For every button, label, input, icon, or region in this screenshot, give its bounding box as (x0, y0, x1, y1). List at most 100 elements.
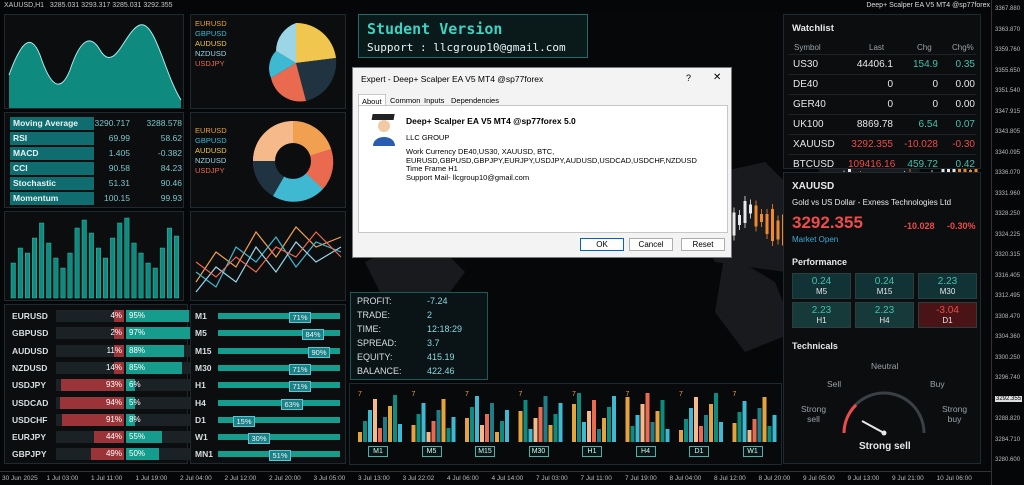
help-icon[interactable]: ? (686, 73, 691, 83)
legend-item: NZDUSD (195, 156, 227, 165)
mini-tf-label: M15 (475, 446, 495, 457)
indicator-panel: Moving Average 3290.717 3288.578 RSI 69.99 58… (4, 112, 184, 208)
time-tick: 10 Jul 06:00 (936, 475, 972, 482)
timeframe-name: H4 (195, 397, 206, 408)
strength-symbol: GBPUSD (12, 328, 49, 339)
support-email: Support : llcgroup10@gmail.com (367, 41, 566, 54)
performance-box: -3.04 D1 (918, 302, 977, 328)
cancel-button[interactable]: Cancel (629, 238, 673, 251)
price-tick: 3331.960 (995, 190, 1021, 197)
bar (39, 222, 45, 299)
reset-button[interactable]: Reset (681, 238, 725, 251)
watchlist-row[interactable]: US30 44406.1 154.9 0.35 (788, 54, 976, 74)
price-tick: 3308.470 (995, 313, 1021, 320)
watchlist-symbol: US30 (793, 59, 819, 70)
mini-histograms: 7 7 7 7 7 7 7 7 (358, 391, 777, 442)
bar (124, 217, 130, 299)
buy-pct: 95% (129, 311, 146, 320)
performance-timeframe: H4 (879, 316, 890, 325)
watchlist-row[interactable]: DE40 0 0 0.00 (788, 74, 976, 94)
watchlist-chg-pct: 0.35 (955, 59, 975, 70)
mini-bar (665, 429, 670, 442)
watchlist-chg: -10.028 (904, 139, 938, 150)
strength-symbol: USDJPY (12, 380, 47, 391)
stat-label: TIME: (357, 324, 381, 334)
buy-bar: 55% (126, 431, 192, 444)
strength-row: AUDUSD 11% 88% (10, 344, 192, 358)
time-tick: 9 Jul 21:00 (892, 475, 924, 482)
sell-pct: 11% (106, 345, 122, 355)
mini-bar (465, 418, 469, 442)
mini-bar (485, 414, 489, 442)
buy-bar: 95% (126, 310, 192, 322)
timeframe-track: 90% (218, 346, 340, 358)
watchlist-chg-pct: 0.42 (955, 159, 975, 170)
dialog-close-icon[interactable]: ✕ (713, 72, 721, 83)
mini-top-value: 7 (679, 391, 683, 398)
sell-bar: 4% (56, 310, 124, 322)
watchlist-last: 0 (887, 79, 893, 90)
mini-bar (742, 401, 747, 442)
time-tick: 7 Jul 11:00 (580, 475, 612, 482)
performance-timeframe: D1 (942, 316, 953, 325)
area-chart-panel (4, 14, 184, 109)
stat-value: 415.19 (427, 352, 455, 362)
sell-pct: 44% (105, 432, 122, 442)
sell-pct: 94% (105, 397, 122, 407)
buy-pct: 5% (129, 397, 141, 407)
bar (88, 232, 94, 299)
chart-header: XAUUSD,H1 3285.031 3293.317 3285.031 329… (0, 0, 860, 12)
price-tick: 3347.915 (995, 108, 1021, 115)
quote-change-pct: -0.30% (947, 221, 976, 231)
bar (110, 237, 116, 299)
bar-chart (10, 217, 180, 299)
watchlist-chg: 154.9 (912, 59, 938, 70)
strength-symbol: GBPJPY (12, 449, 47, 460)
timeframe-name: M5 (195, 328, 207, 339)
timeframe-name: M15 (195, 345, 212, 356)
price-tick: 3280.600 (995, 457, 1021, 463)
ea-description: Work Currency DE40,US30, XAUUSD, BTC, EU… (406, 147, 726, 182)
strength-symbol: EURUSD (12, 311, 48, 321)
mini-bar (398, 424, 402, 442)
timeframe-row: MN1 51% (195, 447, 343, 462)
mini-bar (416, 414, 421, 442)
watchlist-row[interactable]: BTCUSD 109416.16 459.72 0.42 (788, 154, 976, 174)
mini-bar (625, 397, 630, 442)
mini-bar (533, 418, 538, 442)
price-tick: 3340.095 (995, 149, 1021, 156)
time-tick: 4 Jul 06:00 (447, 475, 479, 482)
mini-tf-label: W1 (742, 446, 763, 457)
strength-row: NZDUSD 14% 85% (10, 361, 192, 375)
indicator-value-2: -0.382 (157, 148, 182, 158)
market-status: Market Open (792, 235, 839, 244)
sell-pct: 2% (110, 328, 122, 338)
timeframe-pct: 84% (302, 329, 324, 341)
timeframe-row: D1 15% (195, 413, 343, 427)
price-tick: 3304.360 (995, 334, 1021, 340)
watchlist-row[interactable]: UK100 8869.78 6.54 0.07 (788, 114, 976, 134)
timeframe-track: 71% (218, 363, 340, 375)
timeframe-track: 71% (218, 381, 340, 393)
desc-line-4: Support Mail- llcgroup10@gmail.com (406, 172, 530, 182)
mini-tf-label: H4 (635, 446, 656, 457)
performance-box: 2.23 H4 (855, 302, 914, 328)
price-tick: 3363.870 (995, 26, 1021, 33)
sell-bar: 14% (56, 361, 124, 374)
mini-top-value: 7 (465, 391, 469, 398)
quote-symbol: XAUUSD (792, 181, 835, 192)
watchlist-row[interactable]: XAUUSD 3292.355 -10.028 -0.30 (788, 134, 976, 154)
mini-bar (737, 412, 742, 442)
timeframe-row: M15 90% (195, 344, 343, 358)
mini-bar (436, 410, 441, 442)
indicator-value-2: 3288.578 (146, 118, 182, 128)
candle (776, 220, 780, 240)
watchlist-row[interactable]: GER40 0 0 0.00 (788, 94, 976, 114)
strong-sell-line-2: sell (807, 414, 820, 424)
ok-button[interactable]: OK (580, 238, 624, 251)
sell-bar: 49% (56, 448, 124, 461)
time-tick: 9 Jul 13:00 (847, 475, 880, 482)
buy-bar: 97% (126, 327, 192, 340)
price-tick: 3288.820 (995, 416, 1021, 422)
currency-strength-panel: EURUSD 4% 95% GBPUSD 2% 97% AUDUSD 11% 88% NZDUSD… (4, 304, 192, 464)
